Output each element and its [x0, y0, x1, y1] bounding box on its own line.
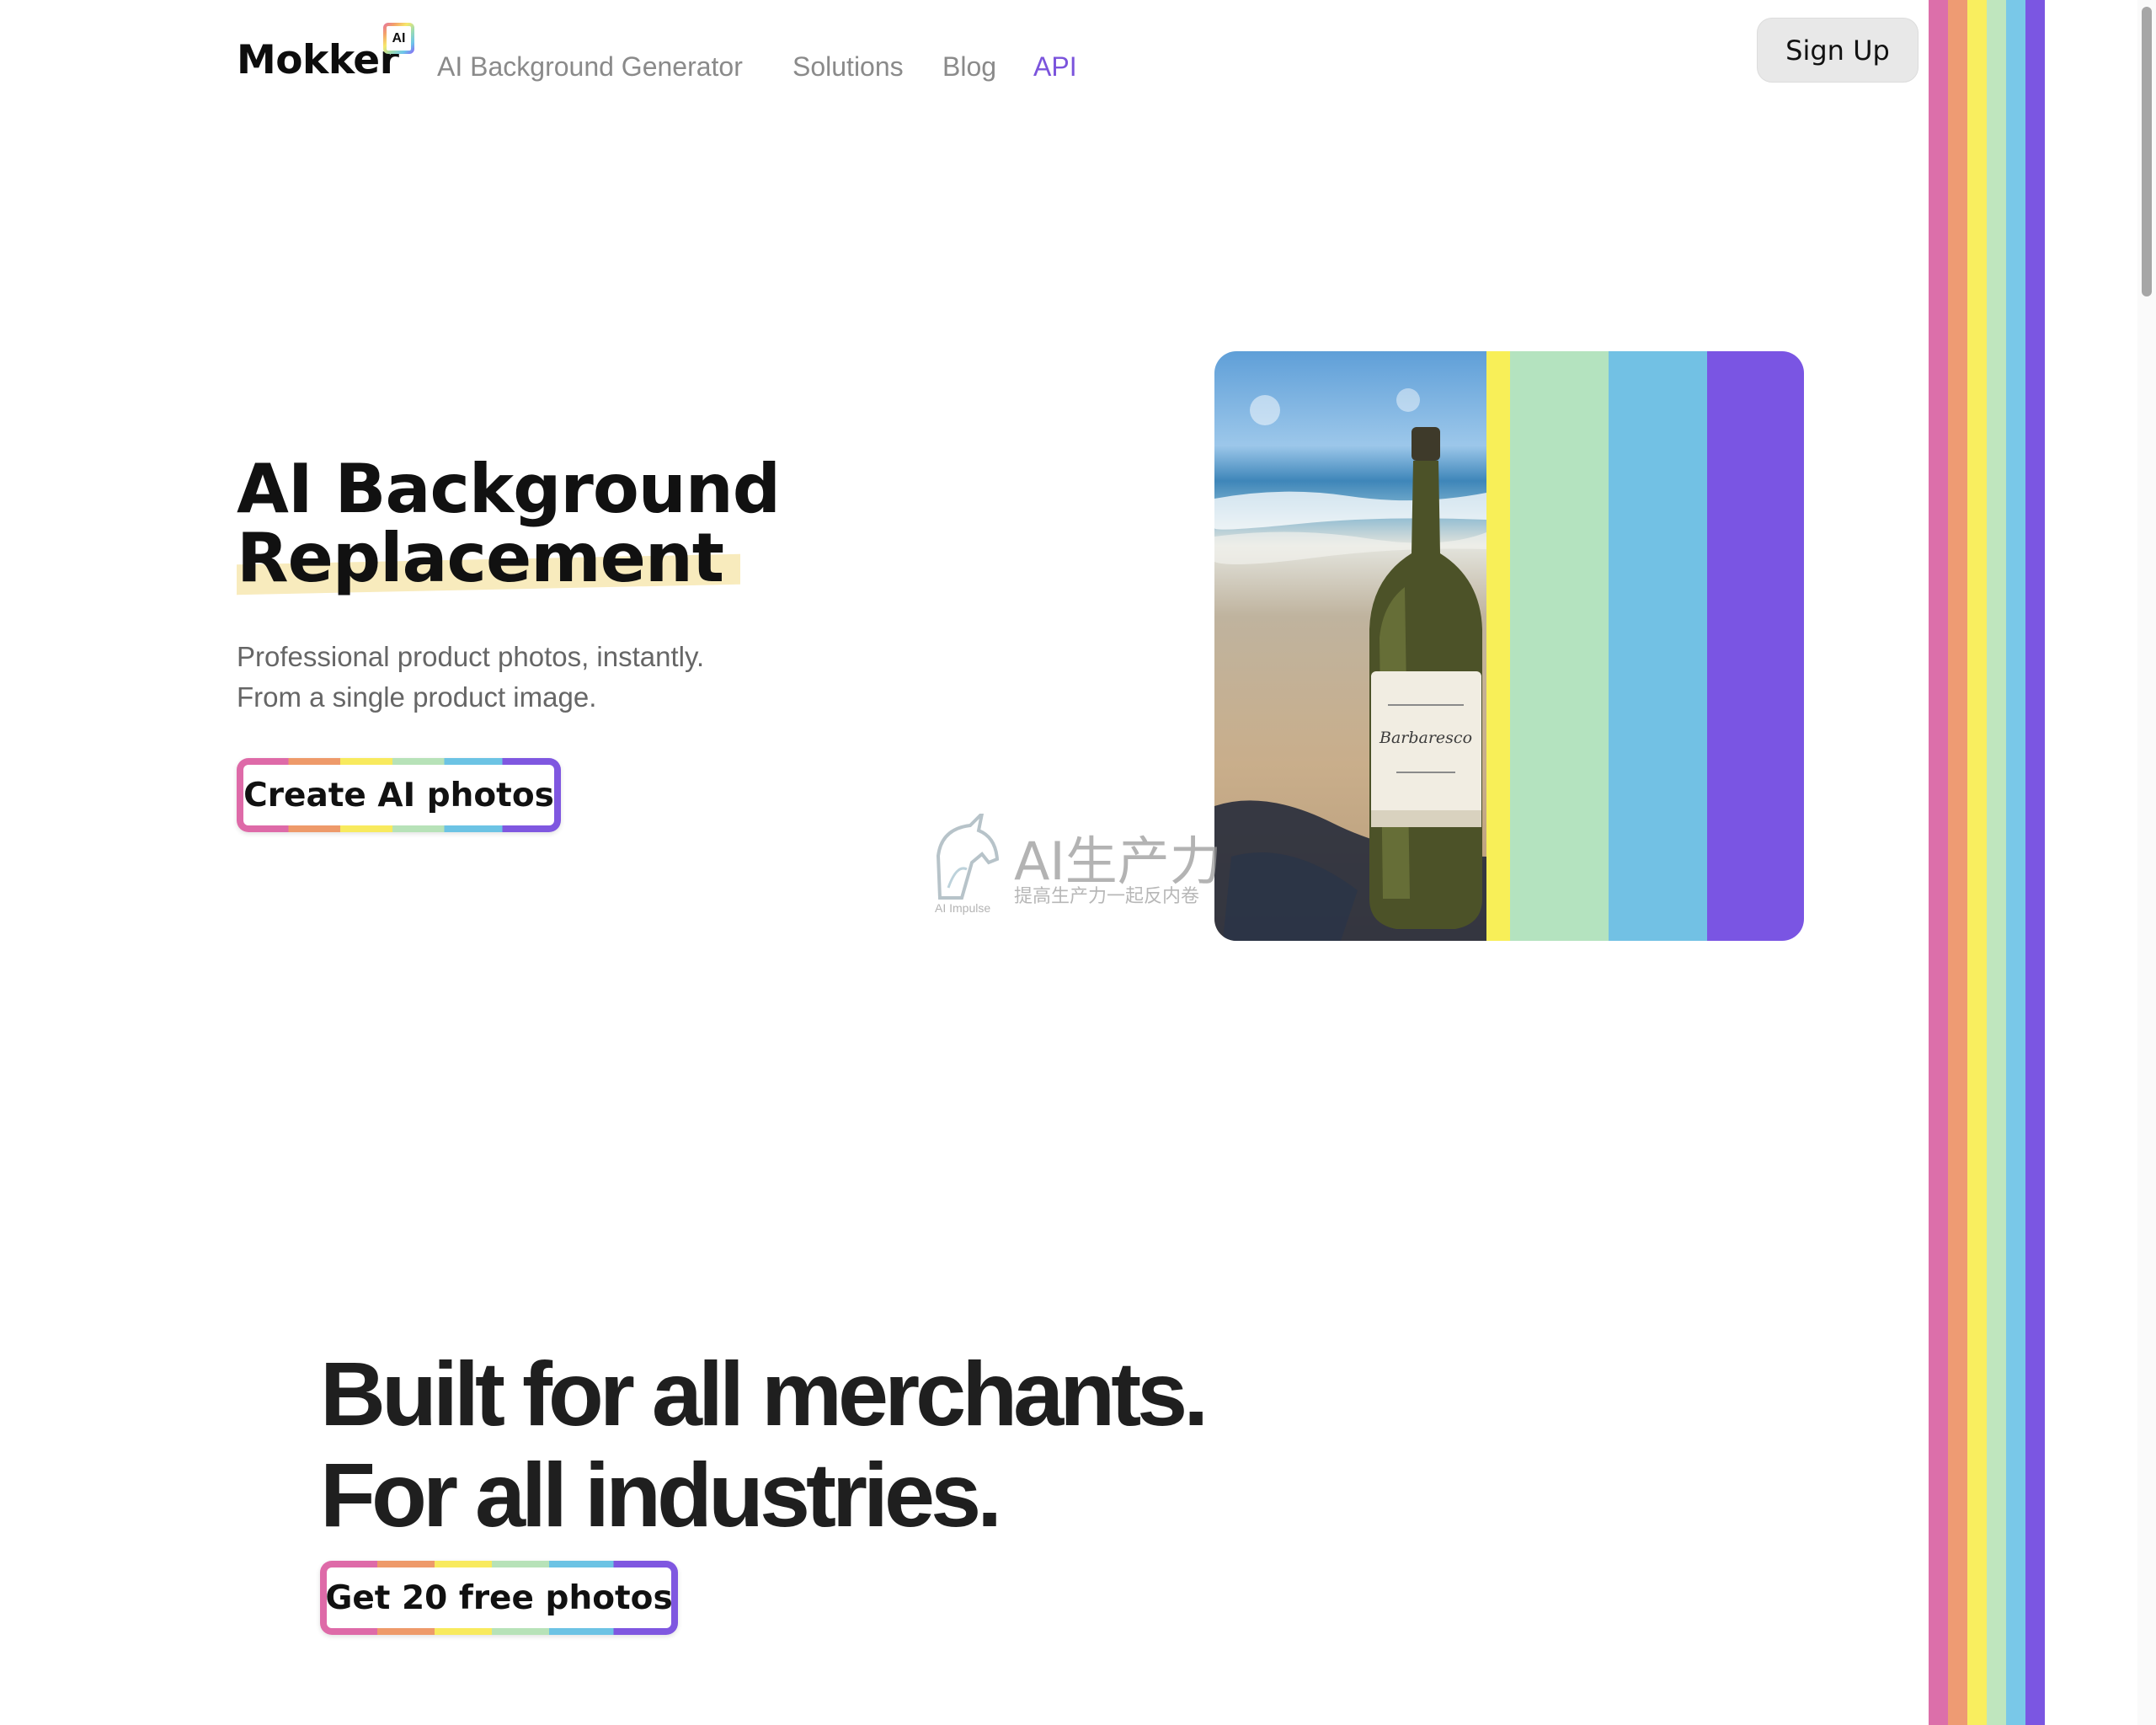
- sign-up-button[interactable]: Sign Up: [1757, 18, 1919, 83]
- get-free-photos-button[interactable]: Get 20 free photos: [320, 1561, 678, 1635]
- side-stripe-blue: [2006, 0, 2025, 1725]
- nav-link-blog[interactable]: Blog: [942, 51, 996, 83]
- beach-photo: Barbaresco: [1214, 351, 1486, 941]
- watermark-subtitle: 提高生产力一起反内卷: [1014, 885, 1200, 906]
- unicorn-logo-icon: [936, 814, 1000, 900]
- watermark-brand: AI Impulse: [935, 901, 991, 915]
- section-title-line-1: Built for all merchants.: [320, 1343, 1209, 1445]
- color-bar-blue: [1609, 351, 1707, 941]
- side-rainbow-bar: [1929, 0, 2045, 1725]
- side-stripe-yellow: [1967, 0, 1987, 1725]
- bottle-label: Barbaresco: [1379, 729, 1472, 747]
- hero-subtitle-line-1: Professional product photos, instantly.: [237, 641, 705, 672]
- color-bar-yellow: [1486, 351, 1510, 941]
- side-stripe-purple: [2025, 0, 2045, 1725]
- nav-link-api[interactable]: API: [1033, 51, 1077, 83]
- create-ai-photos-button[interactable]: Create AI photos: [237, 758, 561, 832]
- nav-link-ai-background-generator[interactable]: AI Background Generator: [437, 51, 743, 83]
- wine-bottle: Barbaresco: [1369, 427, 1482, 929]
- ai-badge-icon: AI: [383, 23, 414, 54]
- nav-link-solutions[interactable]: Solutions: [792, 51, 904, 83]
- mokker-logo[interactable]: Mokker: [237, 37, 399, 84]
- scrollbar[interactable]: [2137, 0, 2156, 1725]
- hero-subtitle-line-2: From a single product image.: [237, 681, 597, 713]
- hero-title-highlight: Replacement: [237, 519, 724, 597]
- hero-title: AI Background Replacement: [237, 450, 781, 597]
- side-stripe-orange: [1948, 0, 1967, 1725]
- side-stripe-pink: [1929, 0, 1948, 1725]
- hero-title-line-1: AI Background: [237, 450, 781, 528]
- section-title: Built for all merchants. For all industr…: [320, 1343, 1209, 1546]
- section-title-line-2: For all industries.: [320, 1444, 1002, 1546]
- side-stripe-green: [1987, 0, 2006, 1725]
- color-bar-purple: [1707, 351, 1804, 941]
- hero-product-image: Barbaresco: [1214, 351, 1804, 941]
- color-bar-green: [1510, 351, 1609, 941]
- hero-subtitle: Professional product photos, instantly. …: [237, 637, 704, 718]
- scrollbar-thumb[interactable]: [2142, 7, 2152, 296]
- watermark: AI生产力 提高生产力一起反内卷 AI Impulse: [923, 814, 1239, 916]
